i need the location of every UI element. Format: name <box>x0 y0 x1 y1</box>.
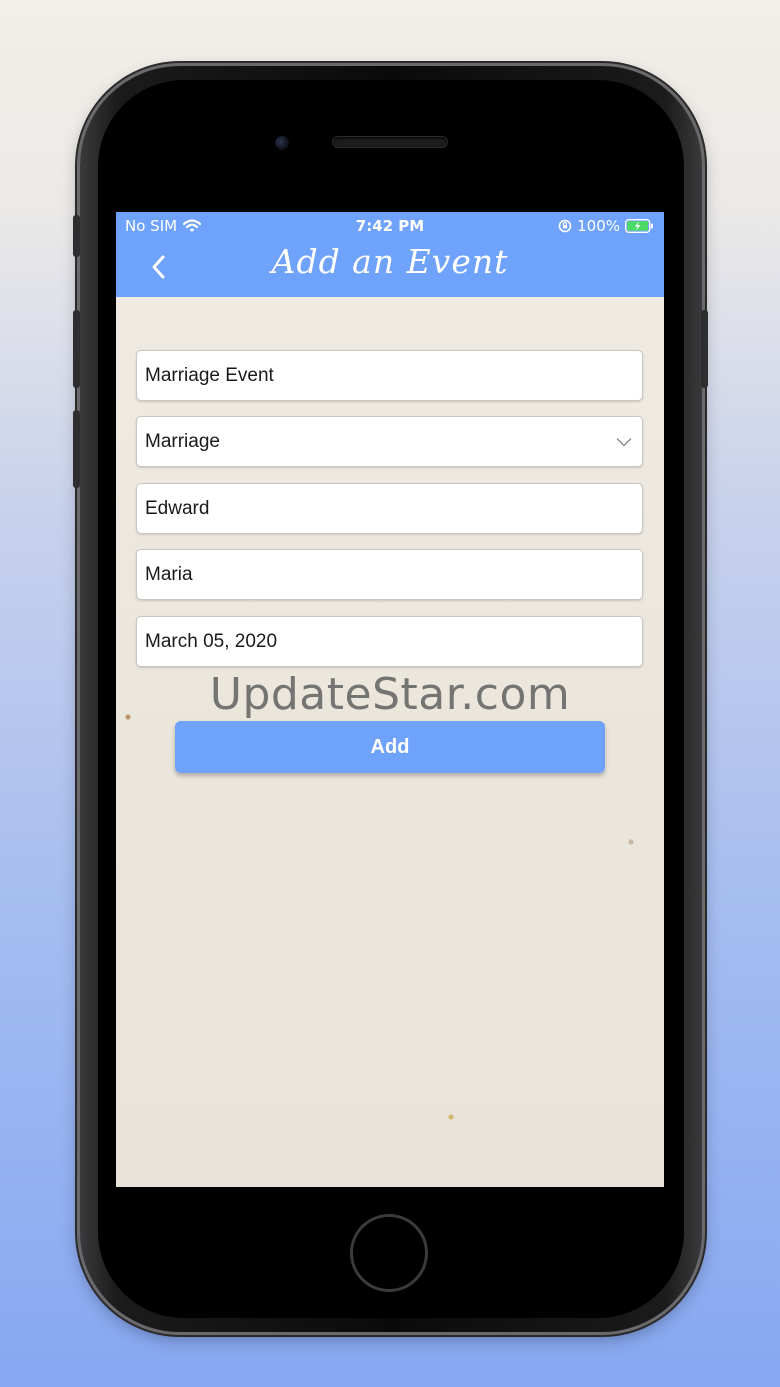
person-one-value: Edward <box>145 497 210 519</box>
volume-down-button <box>73 410 80 488</box>
app-screen: No SIM 7:42 PM 100% Add an Event Marriag… <box>116 212 664 1187</box>
home-button[interactable] <box>350 1214 428 1292</box>
person-two-value: Maria <box>145 563 193 585</box>
battery-percent: 100% <box>577 217 620 235</box>
page-title: Add an Event <box>271 242 509 281</box>
side-switch <box>73 215 80 257</box>
nav-bar: Add an Event <box>116 238 664 297</box>
add-button-label: Add <box>370 735 410 758</box>
volume-up-button <box>73 310 80 388</box>
date-input[interactable]: March 05, 2020 <box>136 616 643 667</box>
battery-charging-icon <box>625 219 653 233</box>
front-camera <box>275 136 289 150</box>
watermark-text: UpdateStar.com <box>209 669 571 720</box>
event-type-value: Marriage <box>145 430 220 452</box>
chevron-down-icon <box>616 437 632 446</box>
power-button <box>701 310 708 388</box>
add-button[interactable]: Add <box>175 721 605 773</box>
event-name-value: Marriage Event <box>145 364 274 386</box>
person-one-input[interactable]: Edward <box>136 483 643 534</box>
earpiece-speaker <box>333 137 447 147</box>
status-bar: No SIM 7:42 PM 100% <box>116 212 664 238</box>
event-type-select[interactable]: Marriage <box>136 416 643 467</box>
person-two-input[interactable]: Maria <box>136 549 643 600</box>
date-value: March 05, 2020 <box>145 630 278 652</box>
event-name-input[interactable]: Marriage Event <box>136 350 643 401</box>
orientation-lock-icon <box>558 219 572 233</box>
